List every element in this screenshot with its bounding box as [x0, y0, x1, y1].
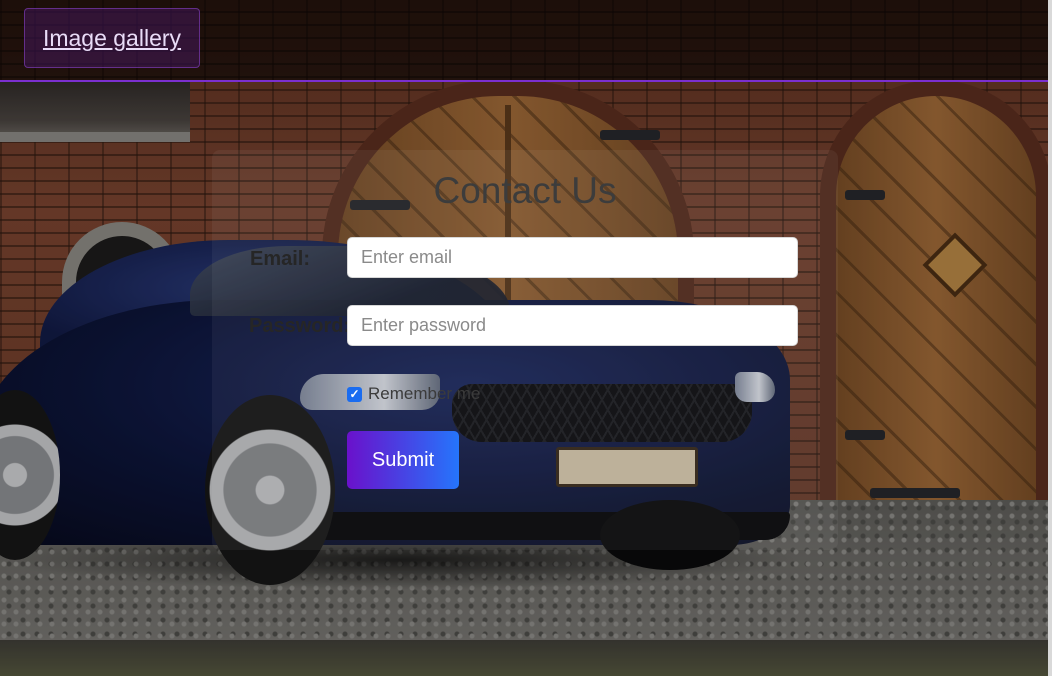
- password-label: Password:: [249, 315, 351, 337]
- top-header: Image gallery: [0, 0, 1048, 82]
- remember-me-checkbox[interactable]: ✓: [347, 386, 362, 402]
- page: Image gallery Contact Us Email: Password…: [0, 0, 1052, 676]
- submit-button[interactable]: Submit: [347, 431, 459, 489]
- email-input[interactable]: [347, 237, 798, 278]
- remember-me-option[interactable]: ✓ Remember me: [347, 384, 480, 404]
- email-label: Email:: [250, 248, 311, 270]
- password-input[interactable]: [347, 305, 798, 346]
- image-gallery-link[interactable]: Image gallery: [24, 8, 200, 68]
- remember-me-label: Remember me: [368, 384, 481, 403]
- check-icon: ✓: [349, 386, 360, 401]
- scrollbar-edge: [1048, 0, 1052, 676]
- page-title: Contact Us: [433, 170, 617, 211]
